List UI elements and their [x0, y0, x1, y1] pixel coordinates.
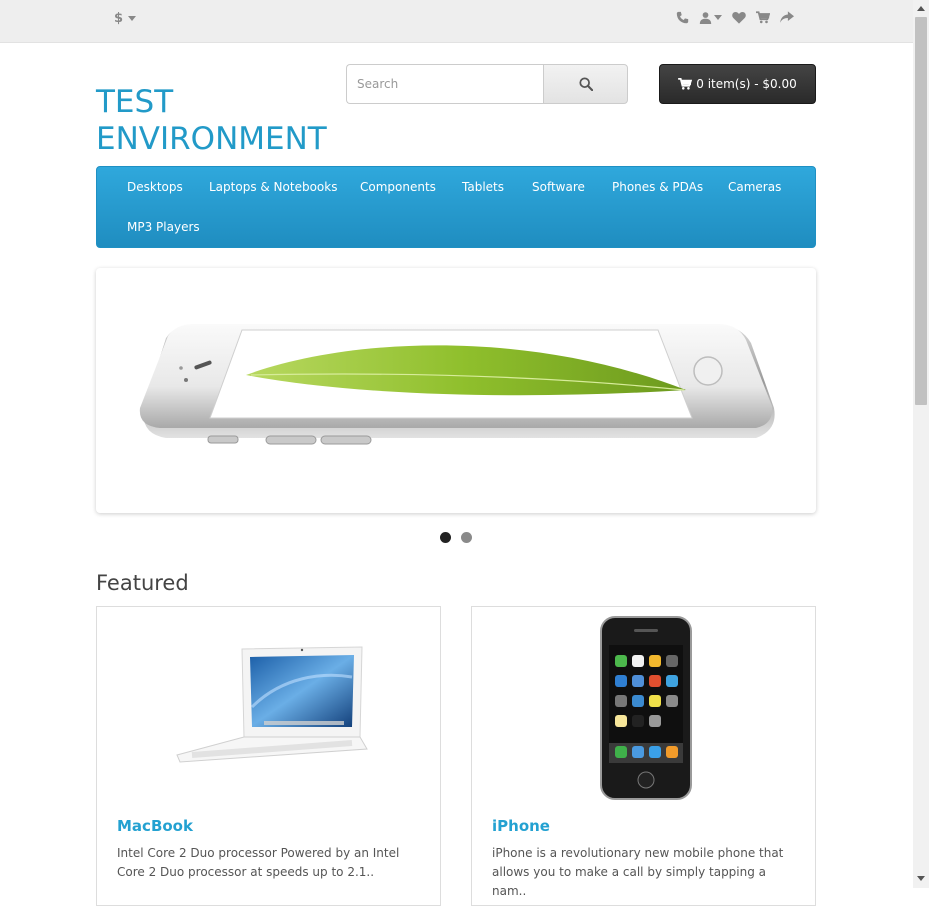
slideshow-pagination: [440, 532, 472, 543]
phone-icon[interactable]: [676, 11, 689, 24]
search-button[interactable]: [543, 64, 628, 104]
product-card-macbook: MacBook Intel Core 2 Duo processor Power…: [96, 606, 441, 906]
search-icon: [578, 77, 593, 91]
menu-item-phones[interactable]: Phones & PDAs: [612, 180, 703, 194]
menu-item-mp3[interactable]: MP3 Players: [127, 220, 200, 234]
iphone-banner-image: [139, 324, 775, 445]
scrollbar-thumb[interactable]: [915, 17, 927, 405]
store-logo[interactable]: TEST ENVIRONMENT: [96, 84, 327, 158]
page-scrollbar[interactable]: [913, 0, 929, 888]
currency-dropdown[interactable]: $: [114, 11, 137, 26]
menu-item-components[interactable]: Components: [360, 180, 436, 194]
logo-line-1: TEST: [96, 84, 174, 120]
category-menu: Desktops Laptops & Notebooks Components …: [96, 166, 816, 248]
cart-total: 0 item(s) - $0.00: [696, 77, 797, 91]
product-description: iPhone is a revolutionary new mobile pho…: [492, 846, 784, 898]
menu-item-tablets[interactable]: Tablets: [462, 180, 504, 194]
product-name[interactable]: iPhone: [492, 817, 550, 835]
top-links: [676, 11, 794, 24]
macbook-image[interactable]: [172, 637, 372, 777]
menu-item-desktops[interactable]: Desktops: [127, 180, 183, 194]
menu-item-cameras[interactable]: Cameras: [728, 180, 781, 194]
cart-icon: [678, 78, 693, 90]
heart-icon[interactable]: [732, 11, 746, 24]
slide-dot-2[interactable]: [461, 532, 472, 543]
chevron-down-icon: [128, 16, 137, 21]
share-icon[interactable]: [780, 11, 794, 24]
slideshow[interactable]: [96, 268, 816, 513]
product-card-iphone: iPhone iPhone is a revolutionary new mob…: [471, 606, 816, 906]
search-bar: [346, 64, 628, 104]
scroll-up-arrow-icon[interactable]: [917, 6, 925, 11]
top-bar: $: [0, 0, 913, 43]
cart-icon[interactable]: [756, 11, 770, 24]
chevron-down-icon: [714, 15, 722, 20]
account-dropdown[interactable]: [699, 11, 722, 24]
menu-item-laptops[interactable]: Laptops & Notebooks: [209, 180, 337, 194]
currency-symbol: $: [114, 11, 124, 26]
product-name[interactable]: MacBook: [117, 817, 193, 835]
slide-dot-1[interactable]: [440, 532, 451, 543]
product-description: Intel Core 2 Duo processor Powered by an…: [117, 846, 400, 879]
user-icon: [699, 12, 712, 24]
cart-button[interactable]: 0 item(s) - $0.00: [659, 64, 816, 104]
iphone-image[interactable]: [598, 615, 694, 801]
search-input[interactable]: [346, 64, 544, 104]
featured-heading: Featured: [96, 571, 189, 595]
scroll-down-arrow-icon[interactable]: [917, 876, 925, 881]
logo-line-2: ENVIRONMENT: [96, 121, 327, 157]
menu-item-software[interactable]: Software: [532, 180, 585, 194]
